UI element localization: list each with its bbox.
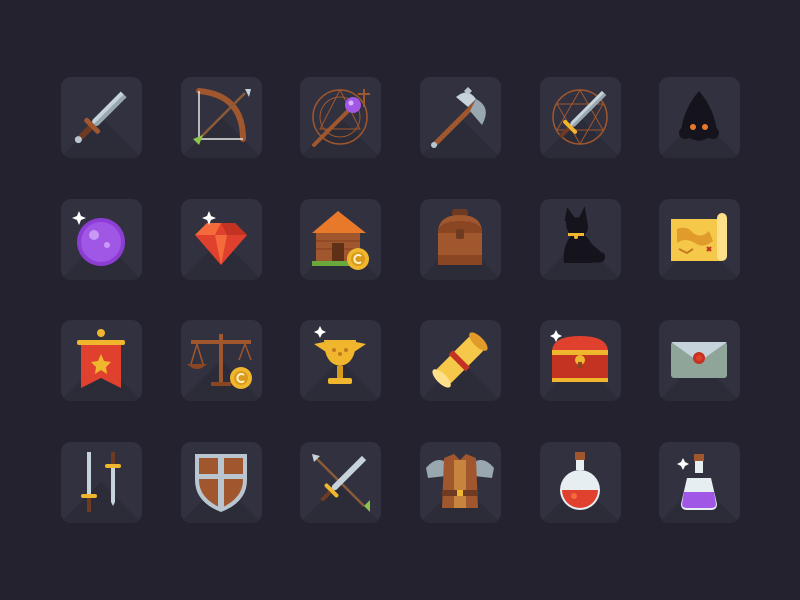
tile-enchanted-sword[interactable] (540, 77, 621, 158)
tile-mana-potion[interactable] (659, 442, 740, 523)
tile-orb[interactable] (61, 199, 142, 280)
tile-banner[interactable] (61, 320, 142, 401)
tile-goblet[interactable] (300, 320, 381, 401)
wooden-house-icon (312, 211, 369, 270)
tile-backpack[interactable] (420, 199, 501, 280)
sealed-letter-icon (671, 342, 727, 378)
crossed-sword-arrow-icon (312, 454, 370, 512)
golden-goblet-icon (314, 326, 366, 384)
tile-cat[interactable] (540, 199, 621, 280)
tile-scroll[interactable] (420, 320, 501, 401)
tile-chest[interactable] (540, 320, 621, 401)
tile-map[interactable] (659, 199, 740, 280)
balance-scale-icon (187, 334, 252, 389)
tile-shield[interactable] (181, 442, 262, 523)
tile-ruby[interactable] (181, 199, 262, 280)
shadow-creature-icon (679, 91, 719, 141)
magic-staff-icon (312, 88, 370, 147)
treasure-map-icon (671, 213, 727, 261)
tile-sword[interactable] (61, 77, 142, 158)
enchanted-sword-icon (552, 88, 608, 146)
leather-backpack-icon (438, 209, 482, 265)
tile-twin-swords[interactable] (61, 442, 142, 523)
tile-letter[interactable] (659, 320, 740, 401)
icon-grid (0, 0, 800, 600)
tile-house[interactable] (300, 199, 381, 280)
ruby-gem-icon (195, 211, 247, 265)
tile-shadow-creature[interactable] (659, 77, 740, 158)
tile-axe[interactable] (420, 77, 501, 158)
tile-scale[interactable] (181, 320, 262, 401)
tile-staff[interactable] (300, 77, 381, 158)
bow-and-arrow-icon (193, 88, 251, 145)
mana-potion-icon (677, 454, 717, 510)
tile-crossed-weapons[interactable] (300, 442, 381, 523)
battle-axe-icon (431, 87, 486, 148)
treasure-chest-icon (550, 330, 608, 382)
health-potion-icon (560, 452, 600, 510)
tile-bow[interactable] (181, 77, 262, 158)
wooden-shield-icon (195, 454, 247, 512)
war-banner-icon (77, 329, 125, 388)
tile-health-potion[interactable] (540, 442, 621, 523)
crystal-orb-icon (72, 211, 125, 266)
black-cat-icon (563, 206, 606, 263)
tile-armor[interactable] (420, 442, 501, 523)
leather-armor-icon (426, 454, 494, 508)
rolled-scroll-icon (432, 332, 488, 388)
twin-swords-icon (81, 452, 121, 512)
sword-icon (74, 91, 127, 144)
